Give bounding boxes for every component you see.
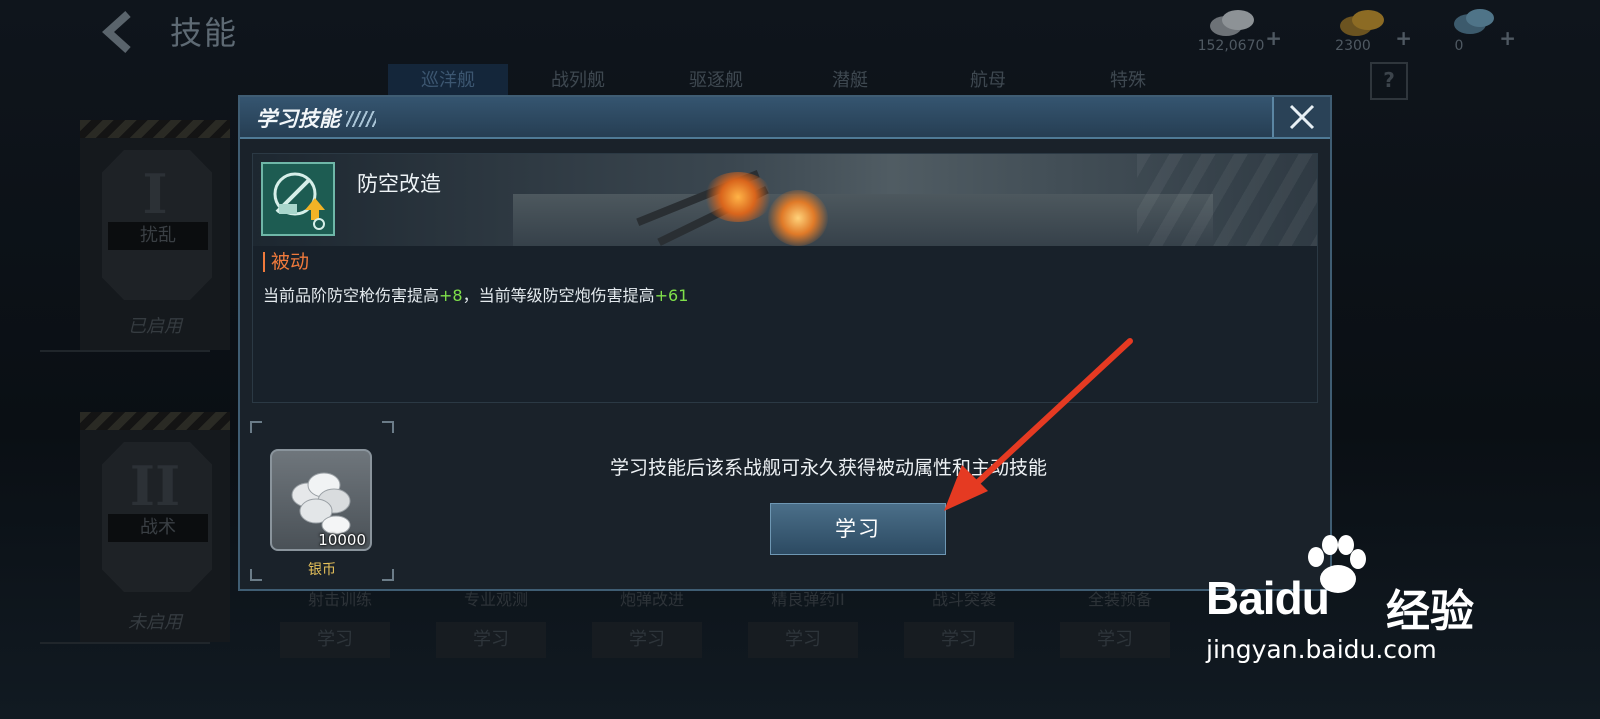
tier-name: 扰乱 [108, 222, 208, 250]
tab-destroyer[interactable]: 驱逐舰 [656, 64, 776, 98]
tab-carrier[interactable]: 航母 [928, 64, 1048, 98]
skill-card: 战斗突袭 学习 [894, 590, 1034, 670]
skill-learn-button[interactable]: 学习 [904, 622, 1014, 658]
tier-status: 未启用 [128, 612, 182, 633]
skill-banner: 防空改造 [253, 154, 1317, 246]
top-bar: 技能 152,0670 + 2300 + 0 + [0, 0, 1600, 60]
corner-mark [382, 421, 394, 433]
skill-description: 当前品阶防空枪伤害提高+8，当前等级防空炮伤害提高+61 [263, 282, 688, 306]
desc-value: +8 [439, 286, 463, 305]
watermark-url: jingyan.baidu.com [1206, 635, 1437, 664]
anti-air-upgrade-icon [261, 162, 335, 236]
tier-card-2[interactable]: II 战术 未启用 [80, 412, 230, 642]
back-arrow-icon[interactable] [96, 10, 140, 54]
cost-slot: 10000 银币 [250, 421, 394, 581]
corner-mark [250, 421, 262, 433]
close-button[interactable] [1272, 97, 1330, 137]
banner-stripes [1137, 154, 1317, 246]
skill-learn-button[interactable]: 学习 [748, 622, 858, 658]
learn-button[interactable]: 学习 [770, 503, 946, 555]
divider [40, 642, 210, 644]
diamond-plus-button[interactable]: + [1499, 26, 1516, 50]
skill-type: 被动 [263, 252, 309, 272]
diamond-currency[interactable]: 0 + [1430, 4, 1516, 54]
desc-text: 当前品阶防空枪伤害提高 [263, 286, 440, 305]
silver-plus-button[interactable]: + [1265, 26, 1282, 50]
tab-cruiser[interactable]: 巡洋舰 [388, 64, 508, 98]
silver-currency[interactable]: 152,0670 + [1188, 4, 1282, 54]
page-title: 技能 [170, 14, 239, 52]
skill-learn-button[interactable]: 学习 [436, 622, 546, 658]
help-button[interactable]: ? [1370, 62, 1408, 100]
skill-card: 专业观测 学习 [426, 590, 566, 670]
cost-label: 银币 [308, 562, 336, 578]
desc-value: +61 [654, 286, 689, 305]
gold-amount: 2300 [1335, 38, 1371, 54]
tab-special[interactable]: 特殊 [1068, 64, 1188, 98]
skill-card: 全装预备 学习 [1050, 590, 1190, 670]
tab-battleship[interactable]: 战列舰 [518, 64, 638, 98]
skill-card: 炮弹改进 学习 [582, 590, 722, 670]
dialog-header: 学习技能 [240, 97, 1330, 139]
gold-currency[interactable]: 2300 + [1318, 4, 1412, 54]
skill-name: 防空改造 [357, 172, 441, 196]
watermark-cn: 经验 [1386, 586, 1474, 637]
tab-submarine[interactable]: 潜艇 [790, 64, 910, 98]
diamond-amount: 0 [1454, 38, 1464, 54]
silver-cost-item[interactable]: 10000 [270, 449, 372, 551]
tier-card-1[interactable]: I 扰乱 已启用 [80, 120, 230, 350]
desc-text: ，当前等级防空炮伤害提高 [462, 286, 655, 305]
silver-amount: 152,0670 [1197, 38, 1265, 54]
tier-numeral: II [129, 454, 181, 518]
gold-coin-icon [1340, 10, 1384, 36]
banner-sea [513, 194, 1213, 246]
tier-name: 战术 [108, 514, 208, 542]
banner-explosion [703, 172, 773, 222]
skill-card: 精良弹药II 学习 [738, 590, 878, 670]
learn-skill-dialog: 学习技能 防空改造 被动 当前品阶防空枪伤害提高+8，当前等级防空炮伤害提高+6… [238, 95, 1332, 591]
skill-card: 射击训练 学习 [270, 590, 410, 670]
banner-explosion [768, 190, 828, 246]
skill-learn-button[interactable]: 学习 [592, 622, 702, 658]
skill-detail-panel: 防空改造 被动 当前品阶防空枪伤害提高+8，当前等级防空炮伤害提高+61 [252, 153, 1318, 403]
close-icon [1289, 104, 1315, 130]
skill-card-row: 射击训练 学习 专业观测 学习 炮弹改进 学习 精良弹药II 学习 战斗突袭 学… [270, 590, 1170, 670]
baidu-logo-text: Baidu [1206, 572, 1330, 624]
skill-learn-button[interactable]: 学习 [280, 622, 390, 658]
gold-plus-button[interactable]: + [1395, 26, 1412, 50]
baidu-watermark: Baidu 经验 jingyan.baidu.com [1200, 535, 1500, 675]
cost-amount: 10000 [318, 531, 366, 549]
red-arrow-annotation [944, 338, 1133, 511]
silver-coin-icon [1210, 10, 1254, 36]
hazard-stripe [80, 120, 230, 138]
ship-type-tabs: 巡洋舰 战列舰 驱逐舰 潜艇 航母 特殊 [388, 64, 1188, 98]
title-stripes [346, 111, 376, 127]
tier-numeral: I [142, 162, 168, 226]
skill-learn-button[interactable]: 学习 [1060, 622, 1170, 658]
divider [40, 350, 210, 352]
dialog-title: 学习技能 [256, 107, 340, 131]
diamond-icon [1454, 9, 1494, 34]
tier-status: 已启用 [128, 316, 182, 337]
hazard-stripe [80, 412, 230, 430]
